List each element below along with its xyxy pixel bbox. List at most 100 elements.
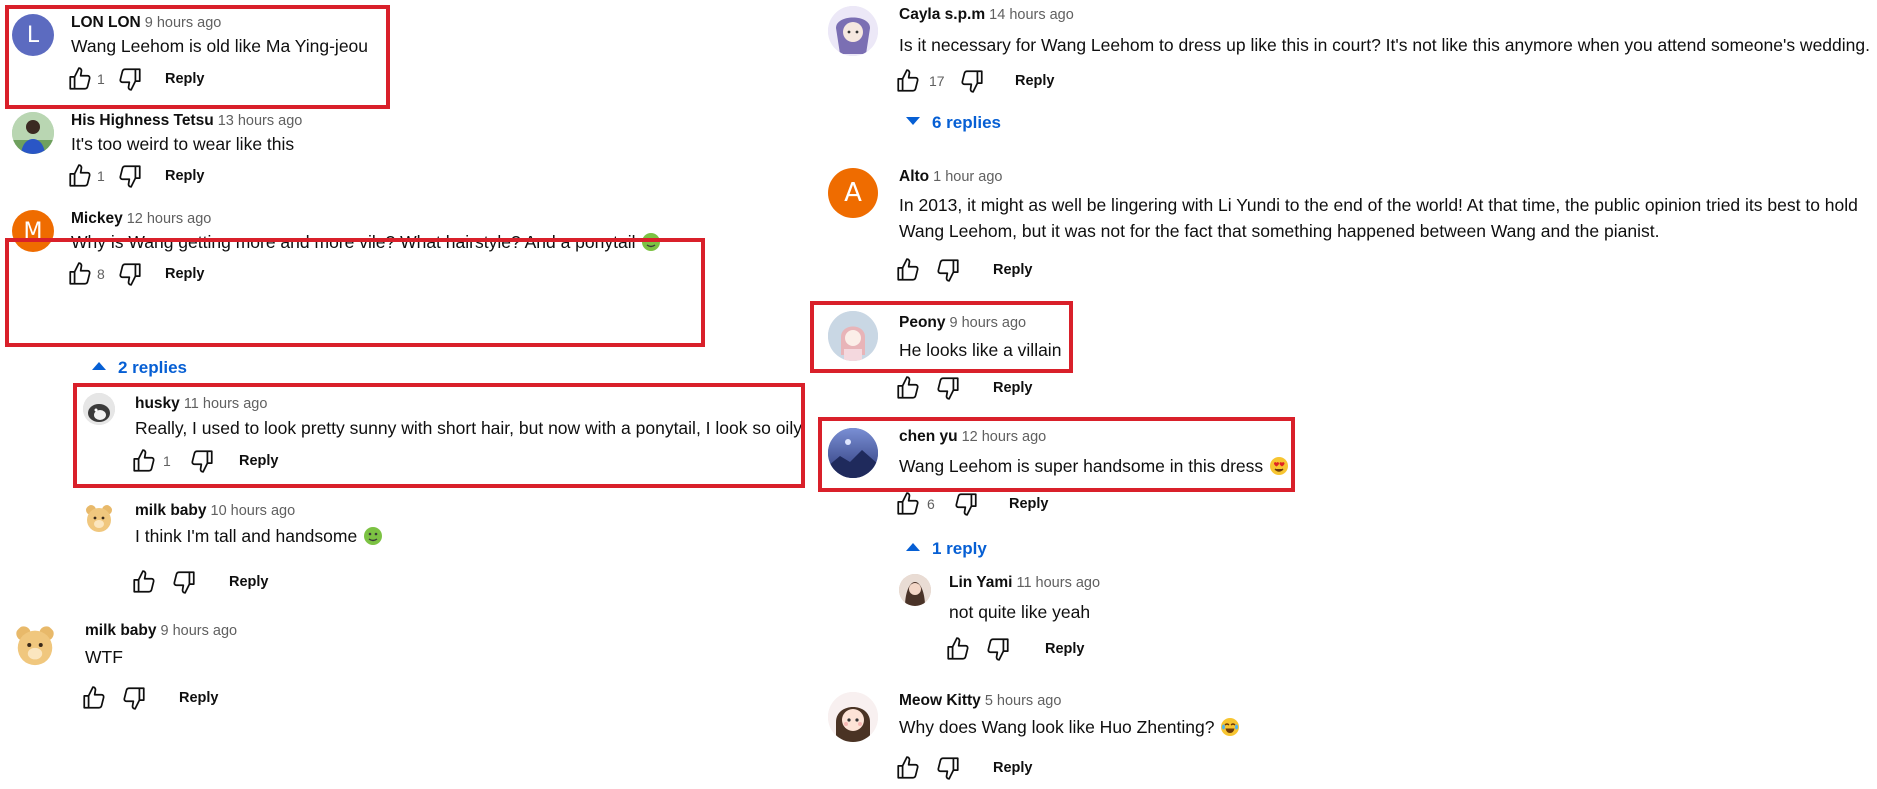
comment-timestamp[interactable]: 5 hours ago <box>985 693 1062 709</box>
replies-toggle-button[interactable]: 2 replies <box>92 357 187 379</box>
dislike-icon[interactable] <box>171 569 197 595</box>
avatar[interactable]: M <box>12 210 54 252</box>
comment-actions: 1 Reply <box>67 66 267 92</box>
reply-button[interactable]: Reply <box>165 266 205 282</box>
reply-button[interactable]: Reply <box>993 760 1033 776</box>
like-count: 1 <box>97 71 105 87</box>
replies-toggle-button[interactable]: 1 reply <box>906 538 987 560</box>
comment-actions: Reply <box>131 569 331 595</box>
avatar[interactable]: L <box>12 14 54 56</box>
comment-author[interactable]: Alto <box>899 168 929 185</box>
comment-timestamp[interactable]: 1 hour ago <box>933 169 1002 185</box>
comment-author[interactable]: chen yu <box>899 428 958 445</box>
dislike-icon[interactable] <box>953 491 979 517</box>
reply-button[interactable]: Reply <box>1015 73 1055 89</box>
chevron-up-icon <box>92 362 106 370</box>
comment-timestamp[interactable]: 11 hours ago <box>184 396 268 412</box>
reply-button[interactable]: Reply <box>179 690 219 706</box>
like-icon[interactable] <box>945 636 971 662</box>
dislike-icon[interactable] <box>117 66 143 92</box>
dislike-icon[interactable] <box>117 261 143 287</box>
reply-button[interactable]: Reply <box>165 71 205 87</box>
avatar[interactable] <box>828 6 878 56</box>
comment-chen-yu: chen yu 12 hours ago Wang Leehom is super… <box>828 428 1308 518</box>
avatar[interactable] <box>828 311 878 361</box>
comment-timestamp[interactable]: 12 hours ago <box>127 211 212 227</box>
reply-button[interactable]: Reply <box>993 380 1033 396</box>
comment-author[interactable]: husky <box>135 395 180 412</box>
dislike-icon[interactable] <box>121 685 147 711</box>
comment-timestamp[interactable]: 11 hours ago <box>1016 575 1100 591</box>
reply-button[interactable]: Reply <box>993 262 1033 278</box>
like-icon[interactable] <box>895 755 921 781</box>
avatar[interactable] <box>83 393 115 425</box>
comment-author[interactable]: milk baby <box>85 622 157 639</box>
like-count: 1 <box>97 168 105 184</box>
like-count: 1 <box>163 453 171 469</box>
like-icon[interactable] <box>895 491 921 517</box>
like-icon[interactable] <box>67 163 93 189</box>
comment-text: Why is Wang getting more and more vile? … <box>71 232 636 252</box>
reply-button[interactable]: Reply <box>1009 496 1049 512</box>
replies-count-label: 6 replies <box>932 113 1001 132</box>
dislike-icon[interactable] <box>985 636 1011 662</box>
reply-button[interactable]: Reply <box>1045 641 1085 657</box>
comment-timestamp[interactable]: 13 hours ago <box>218 113 303 129</box>
avatar[interactable] <box>828 692 878 742</box>
photo-avatar-icon <box>899 574 931 606</box>
comment-peony: Peony 9 hours ago He looks like a villain… <box>828 311 1228 401</box>
comment-author[interactable]: Lin Yami <box>949 574 1012 591</box>
dislike-icon[interactable] <box>117 163 143 189</box>
comment-text: He looks like a villain <box>899 340 1062 360</box>
comment-actions: 17 Reply <box>895 68 1135 94</box>
comment-author[interactable]: Mickey <box>71 210 123 227</box>
comment-actions: Reply <box>895 257 1135 283</box>
comment-text: Really, I used to look pretty sunny with… <box>135 418 802 438</box>
comment-text: not quite like yeah <box>949 602 1091 622</box>
comment-author[interactable]: Meow Kitty <box>899 692 981 709</box>
comment-author[interactable]: Cayla s.p.m <box>899 6 985 23</box>
comment-timestamp[interactable]: 10 hours ago <box>211 503 296 519</box>
dislike-icon[interactable] <box>959 68 985 94</box>
comment-timestamp[interactable]: 14 hours ago <box>989 7 1074 23</box>
reply-button[interactable]: Reply <box>229 574 269 590</box>
avatar-letter: A <box>844 178 862 208</box>
comment-timestamp[interactable]: 9 hours ago <box>950 315 1027 331</box>
like-icon[interactable] <box>81 685 107 711</box>
blue-scenery-icon <box>828 428 878 478</box>
like-icon[interactable] <box>895 68 921 94</box>
comment-text: WTF <box>85 647 123 667</box>
avatar-letter: M <box>23 218 43 244</box>
avatar[interactable] <box>12 112 54 154</box>
avatar[interactable]: A <box>828 168 878 218</box>
reply-button[interactable]: Reply <box>165 168 205 184</box>
dislike-icon[interactable] <box>935 375 961 401</box>
like-icon[interactable] <box>67 66 93 92</box>
comment-author[interactable]: Peony <box>899 314 946 331</box>
comment-timestamp[interactable]: 12 hours ago <box>962 429 1047 445</box>
avatar[interactable] <box>899 574 931 606</box>
comment-timestamp[interactable]: 9 hours ago <box>161 623 238 639</box>
avatar[interactable] <box>83 502 115 534</box>
dislike-icon[interactable] <box>189 448 215 474</box>
like-icon[interactable] <box>131 448 157 474</box>
comment-text: Is it necessary for Wang Leehom to dress… <box>899 35 1870 55</box>
reply-button[interactable]: Reply <box>239 453 279 469</box>
replies-toggle-button[interactable]: 6 replies <box>906 112 1001 134</box>
comment-author[interactable]: LON LON <box>71 14 141 31</box>
dislike-icon[interactable] <box>935 755 961 781</box>
like-icon[interactable] <box>895 257 921 283</box>
chevron-down-icon <box>906 117 920 125</box>
like-icon[interactable] <box>131 569 157 595</box>
comment-text: Wang Leehom is old like Ma Ying-jeou <box>71 36 369 56</box>
like-icon[interactable] <box>67 261 93 287</box>
comment-alto: A Alto 1 hour ago In 2013, it might as we… <box>828 168 1868 283</box>
comment-author[interactable]: milk baby <box>135 502 207 519</box>
dislike-icon[interactable] <box>935 257 961 283</box>
comment-timestamp[interactable]: 9 hours ago <box>145 15 222 31</box>
cartoon-girl-icon <box>828 692 878 742</box>
avatar[interactable] <box>828 428 878 478</box>
avatar[interactable] <box>12 622 58 668</box>
comment-author[interactable]: His Highness Tetsu <box>71 112 214 129</box>
like-icon[interactable] <box>895 375 921 401</box>
